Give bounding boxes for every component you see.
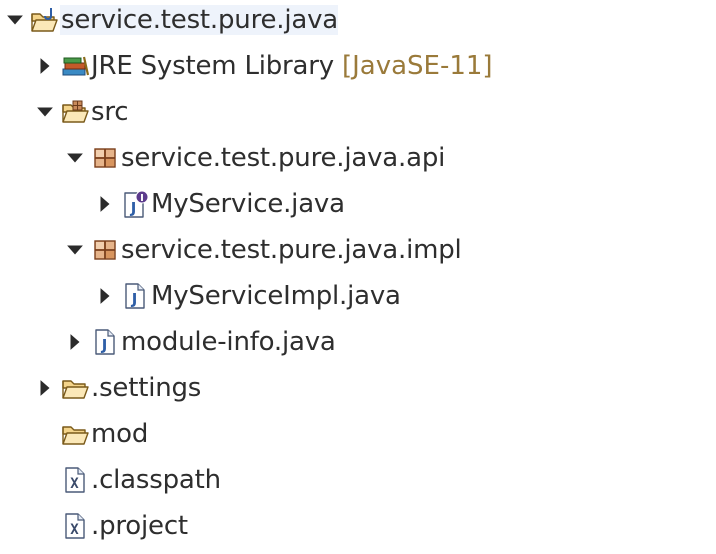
tree-item-jre-library[interactable]: JRE System Library [JavaSE-11]	[30, 46, 493, 86]
xml-file-icon	[60, 506, 90, 546]
collapsed-arrow-icon[interactable]	[30, 368, 60, 408]
source-folder-icon	[60, 92, 90, 132]
tree-item-label: service.test.pure.java	[60, 5, 339, 35]
tree-item-myserviceimpl-java[interactable]: MyServiceImpl.java	[90, 276, 401, 316]
tree-item-package-api[interactable]: service.test.pure.java.api	[60, 138, 445, 178]
tree-item-project[interactable]: service.test.pure.java	[0, 0, 338, 40]
tree-item-label: service.test.pure.java.impl	[121, 235, 462, 265]
tree-item-mod-folder[interactable]: mod	[60, 414, 148, 454]
package-icon	[90, 138, 120, 178]
tree-item-label: JRE System Library	[91, 51, 334, 81]
expanded-arrow-icon[interactable]	[30, 92, 60, 132]
java-project-folder-icon	[30, 0, 60, 40]
tree-item-src[interactable]: src	[30, 92, 129, 132]
tree-item-label: mod	[91, 419, 149, 449]
java-file-icon	[90, 322, 120, 362]
java-interface-file-icon: I	[120, 184, 150, 224]
tree-item-label: .classpath	[91, 465, 221, 495]
collapsed-arrow-icon[interactable]	[30, 46, 60, 86]
collapsed-arrow-icon[interactable]	[90, 184, 120, 224]
package-icon	[90, 230, 120, 270]
tree-item-label: MyService.java	[151, 189, 345, 219]
expanded-arrow-icon[interactable]	[60, 230, 90, 270]
tree-item-package-impl[interactable]: service.test.pure.java.impl	[60, 230, 462, 270]
tree-item-label: service.test.pure.java.api	[121, 143, 446, 173]
folder-icon	[60, 368, 90, 408]
java-file-icon	[120, 276, 150, 316]
xml-file-icon	[60, 460, 90, 500]
tree-item-label: .project	[91, 511, 188, 541]
tree-item-label: module-info.java	[121, 327, 336, 357]
expanded-arrow-icon[interactable]	[0, 0, 30, 40]
tree-item-label: MyServiceImpl.java	[151, 281, 401, 311]
folder-icon	[60, 414, 90, 454]
tree-item-settings-folder[interactable]: .settings	[30, 368, 201, 408]
collapsed-arrow-icon[interactable]	[90, 276, 120, 316]
collapsed-arrow-icon[interactable]	[60, 322, 90, 362]
tree-item-module-info-java[interactable]: module-info.java	[60, 322, 336, 362]
jre-version-decoration: [JavaSE-11]	[341, 51, 493, 81]
tree-item-myservice-java[interactable]: I MyService.java	[90, 184, 345, 224]
tree-item-project-file[interactable]: .project	[60, 506, 188, 546]
expanded-arrow-icon[interactable]	[60, 138, 90, 178]
tree-item-label: .settings	[91, 373, 202, 403]
tree-item-classpath[interactable]: .classpath	[60, 460, 221, 500]
tree-item-label: src	[91, 97, 129, 127]
package-explorer-tree: service.test.pure.java JRE System Librar…	[0, 0, 716, 554]
library-books-icon	[60, 46, 90, 86]
svg-text:I: I	[140, 193, 144, 204]
